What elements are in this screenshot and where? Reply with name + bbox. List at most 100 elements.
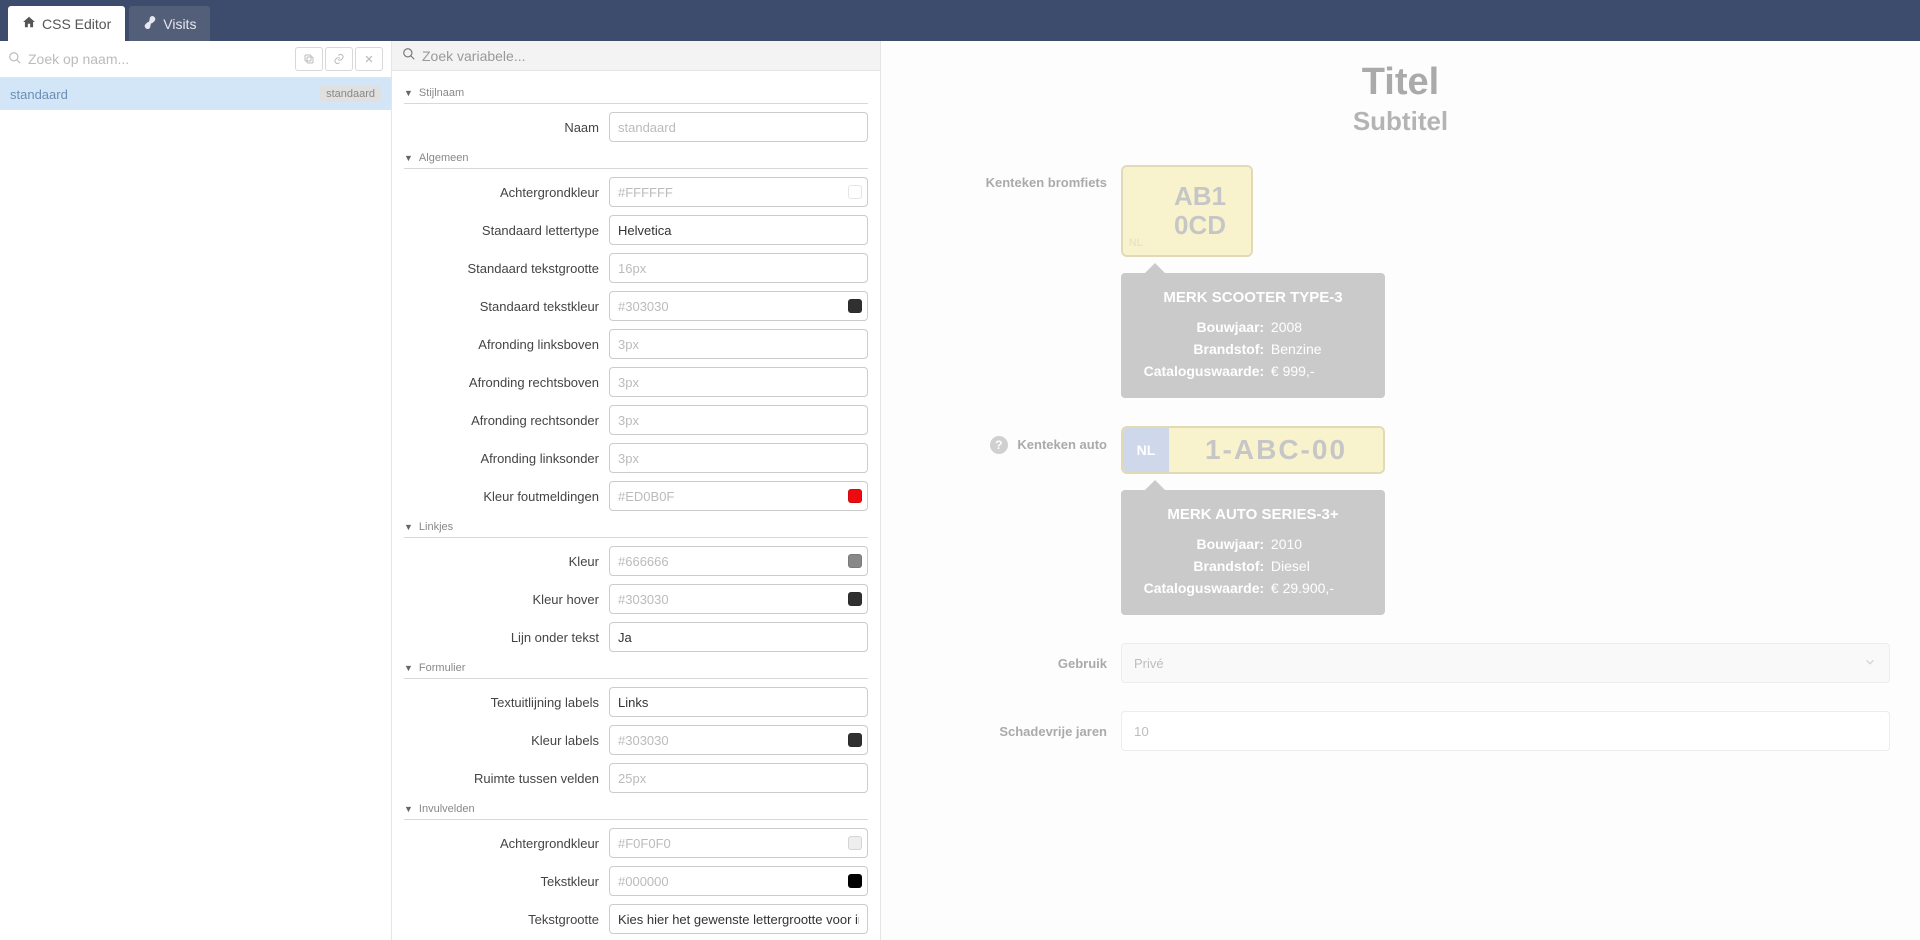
- field-input[interactable]: [609, 481, 868, 511]
- gebruik-select[interactable]: Privé: [1121, 643, 1890, 683]
- field-label: Afronding linksonder: [404, 451, 609, 466]
- field-label: Tekstgrootte: [404, 912, 609, 927]
- field-input[interactable]: [609, 725, 868, 755]
- tooltip-key: Brandstof:: [1141, 558, 1264, 574]
- tooltip-row: Bouwjaar: 2010: [1141, 533, 1365, 555]
- delete-button[interactable]: [355, 47, 383, 71]
- section-header-linkjes[interactable]: ▼Linkjes: [404, 515, 868, 538]
- field-row: Textuitlijning labels: [404, 687, 868, 717]
- color-swatch[interactable]: [848, 592, 862, 606]
- field-input[interactable]: [609, 405, 868, 435]
- field-label: Achtergrondkleur: [404, 185, 609, 200]
- style-list: standaard standaard: [0, 78, 391, 940]
- field-row: Standaard lettertype: [404, 215, 868, 245]
- section-title: Formulier: [419, 662, 465, 674]
- color-swatch[interactable]: [848, 299, 862, 313]
- gebruik-label: Gebruik: [911, 656, 1121, 671]
- tab-visits[interactable]: Visits: [129, 6, 210, 41]
- tooltip-key: Bouwjaar:: [1141, 536, 1264, 552]
- field-input[interactable]: [609, 253, 868, 283]
- chevron-down-icon: ▼: [404, 663, 413, 673]
- field-input[interactable]: [609, 329, 868, 359]
- color-swatch[interactable]: [848, 489, 862, 503]
- auto-label: ? Kenteken auto: [911, 426, 1121, 454]
- auto-tooltip: MERK AUTO SERIES-3+ Bouwjaar: 2010 Brandst…: [1121, 490, 1385, 615]
- tooltip-row: Bouwjaar:2008: [1141, 316, 1365, 338]
- chevron-down-icon: [1863, 655, 1877, 672]
- tab-label: CSS Editor: [42, 16, 111, 32]
- tooltip-title: MERK AUTO SERIES-3+: [1141, 506, 1365, 523]
- field-input[interactable]: [609, 215, 868, 245]
- field-input[interactable]: [609, 584, 868, 614]
- field-input[interactable]: [609, 763, 868, 793]
- chevron-down-icon: ▼: [404, 804, 413, 814]
- color-swatch[interactable]: [848, 733, 862, 747]
- chevron-down-icon: ▼: [404, 522, 413, 532]
- field-label: Standaard tekstgrootte: [404, 261, 609, 276]
- tooltip-value: € 999,-: [1271, 363, 1365, 379]
- tooltip-value: 2008: [1271, 319, 1365, 335]
- section-title: Algemeen: [419, 152, 469, 164]
- field-label: Kleur: [404, 554, 609, 569]
- field-row: Kleur labels: [404, 725, 868, 755]
- tooltip-key: Cataloguswaarde:: [1141, 363, 1264, 379]
- color-swatch[interactable]: [848, 874, 862, 888]
- field-input[interactable]: [609, 367, 868, 397]
- field-label: Standaard tekstkleur: [404, 299, 609, 314]
- field-input[interactable]: [609, 443, 868, 473]
- field-label: Kleur labels: [404, 733, 609, 748]
- preview-title: Titel: [911, 61, 1890, 104]
- tooltip-row: Brandstof:Benzine: [1141, 338, 1365, 360]
- plate-nl: NL: [1123, 428, 1169, 472]
- tooltip-value: 2010: [1271, 536, 1365, 552]
- plate-line1: AB1: [1174, 182, 1226, 211]
- section-header-algemeen[interactable]: ▼ Algemeen: [404, 146, 868, 169]
- variable-form: ▼Stijlnaam Naam ▼ Algemeen Achtergrondkleur S…: [392, 71, 880, 940]
- help-icon[interactable]: ?: [990, 436, 1008, 454]
- plate-auto[interactable]: NL 1-ABC-00: [1121, 426, 1385, 474]
- color-swatch[interactable]: [848, 185, 862, 199]
- plate-bromfiets[interactable]: NL AB1 0CD: [1121, 165, 1253, 257]
- field-row: Standaard tekstgrootte: [404, 253, 868, 283]
- field-input[interactable]: [609, 546, 868, 576]
- field-input[interactable]: [609, 866, 868, 896]
- plate-nl: NL: [1123, 167, 1149, 255]
- link-button[interactable]: [325, 47, 353, 71]
- variable-search-bar: [392, 41, 880, 71]
- field-label: Standaard lettertype: [404, 223, 609, 238]
- color-swatch[interactable]: [848, 554, 862, 568]
- chevron-down-icon: ▼: [404, 88, 413, 98]
- section-header-stijlnaam[interactable]: ▼Stijlnaam: [404, 81, 868, 104]
- field-input[interactable]: [609, 687, 868, 717]
- tab-css-editor[interactable]: CSS Editor: [8, 6, 125, 41]
- field-input[interactable]: [609, 828, 868, 858]
- style-row[interactable]: standaard standaard: [0, 78, 391, 110]
- field-input[interactable]: [609, 291, 868, 321]
- field-label: Achtergrondkleur: [404, 836, 609, 851]
- section-header-formulier[interactable]: ▼ Formulier: [404, 656, 868, 679]
- field-input[interactable]: [609, 112, 868, 142]
- field-row: Standaard tekstkleur: [404, 291, 868, 321]
- field-input[interactable]: [609, 904, 868, 934]
- chevron-down-icon: ▼: [404, 153, 413, 163]
- field-label: Tekstkleur: [404, 874, 609, 889]
- search-icon: [8, 51, 22, 68]
- field-row: Naam: [404, 112, 868, 142]
- schadevrij-input[interactable]: [1121, 711, 1890, 751]
- field-label: Naam: [404, 120, 609, 135]
- section-header-invulvelden[interactable]: ▼Invulvelden: [404, 797, 868, 820]
- color-swatch[interactable]: [848, 836, 862, 850]
- link-icon: [143, 15, 157, 32]
- field-label: Kleur foutmeldingen: [404, 489, 609, 504]
- select-value: Privé: [1134, 656, 1164, 671]
- field-input[interactable]: [609, 622, 868, 652]
- left-search-input[interactable]: [28, 51, 289, 67]
- field-row: Tekstkleur: [404, 866, 868, 896]
- field-row: Kleur foutmeldingen: [404, 481, 868, 511]
- bromfiets-tooltip: MERK SCOOTER TYPE-3 Bouwjaar:2008Brandst…: [1121, 273, 1385, 398]
- copy-button[interactable]: [295, 47, 323, 71]
- field-input[interactable]: [609, 177, 868, 207]
- variable-search-input[interactable]: [422, 48, 870, 64]
- middle-panel: ▼Stijlnaam Naam ▼ Algemeen Achtergrondkleur S…: [392, 41, 881, 940]
- field-row: Achtergrondkleur: [404, 177, 868, 207]
